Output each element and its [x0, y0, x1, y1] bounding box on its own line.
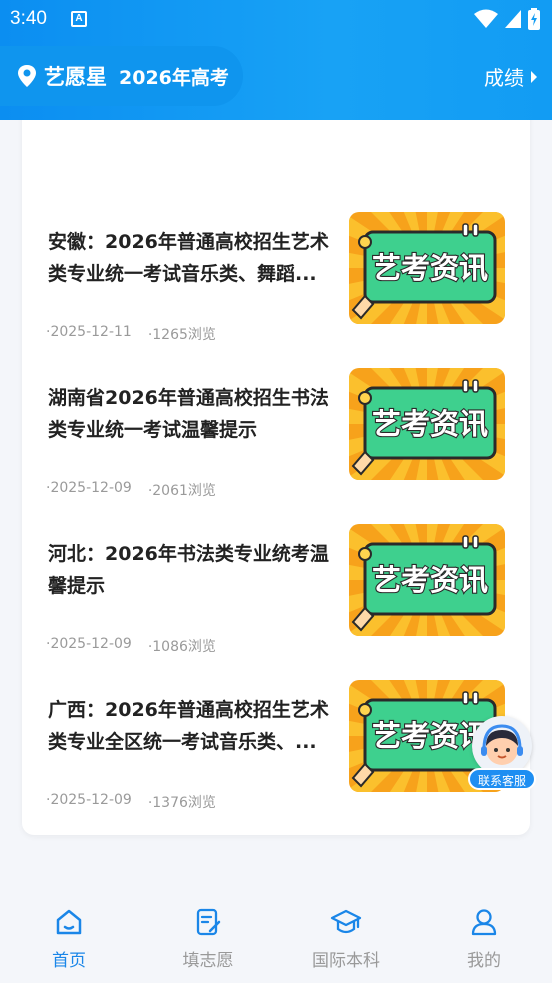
news-thumbnail: 艺考资讯	[349, 368, 505, 480]
news-title: 湖南省2026年普通高校招生书法类专业统一考试温馨提示	[48, 387, 329, 441]
wifi-icon	[474, 9, 498, 28]
tab-home[interactable]: 首页	[19, 906, 119, 971]
chevron-right-icon	[531, 70, 537, 83]
news-title: 安徽：2026年普通高校招生艺术类专业统一考试音乐类、舞蹈...	[48, 231, 329, 285]
page-header: 艺愿星 2026年高考 成绩	[0, 46, 552, 108]
tab-international[interactable]: 国际本科	[296, 906, 396, 971]
news-views: ·1265浏览	[147, 327, 216, 343]
news-item[interactable]: 广西：2026年普通高校招生艺术类专业全区统一考试音乐类、... ·2025-12…	[22, 680, 530, 835]
graduation-cap-icon	[330, 909, 362, 934]
home-icon	[56, 909, 82, 935]
news-item[interactable]: 河北：2026年书法类专业统考温馨提示 ·2025-12-09 ·1086浏览 艺考资…	[22, 524, 530, 688]
customer-service-button[interactable]: 联系客服	[468, 716, 536, 792]
news-views: ·1086浏览	[147, 639, 216, 655]
notification-icon: A	[71, 11, 87, 27]
tab-home-label: 首页	[52, 951, 86, 971]
news-meta: ·2025-12-09 ·2061浏览	[46, 480, 216, 500]
news-meta: ·2025-12-09 ·1086浏览	[46, 636, 216, 656]
status-bar: 3:40 A	[0, 0, 552, 36]
top-bar: 3:40 A 艺愿星 2026年高考 成绩	[0, 0, 552, 120]
user-icon	[471, 909, 497, 936]
news-title: 河北：2026年书法类专业统考温馨提示	[48, 543, 329, 597]
news-date: ·2025-12-09	[46, 636, 132, 652]
news-list: ·2026-01-05·1666浏览艺考资讯安徽：2026年普通高校招生艺术类专…	[22, 80, 530, 835]
banner-text: 艺考资讯	[372, 251, 488, 285]
news-date: ·2025-12-09	[46, 480, 132, 496]
news-meta: ·2025-12-09 ·1376浏览	[46, 792, 216, 812]
news-thumbnail: 艺考资讯	[349, 212, 505, 324]
bottom-tab-bar: 首页 填志愿 国际本科 我的	[0, 880, 552, 983]
tab-profile[interactable]: 我的	[434, 906, 534, 971]
tab-profile-label: 我的	[467, 951, 501, 971]
score-link-label: 成绩	[484, 66, 524, 90]
news-date: ·2025-12-09	[46, 792, 132, 808]
art-exam-news-banner: 艺考资讯	[349, 368, 505, 480]
news-item[interactable]: 安徽：2026年普通高校招生艺术类专业统一考试音乐类、舞蹈... ·2025-12…	[22, 212, 530, 376]
status-icons	[474, 8, 540, 30]
art-exam-news-banner: 艺考资讯	[349, 212, 505, 324]
status-time: 3:40	[10, 8, 47, 29]
news-thumbnail: 艺考资讯	[349, 524, 505, 636]
art-exam-news-banner: 艺考资讯	[349, 524, 505, 636]
battery-icon	[528, 8, 540, 30]
edit-form-icon	[196, 908, 221, 936]
signal-icon	[505, 10, 521, 28]
location-pin-icon	[18, 65, 36, 87]
news-views: ·1376浏览	[147, 795, 216, 811]
tab-international-label: 国际本科	[312, 951, 380, 971]
news-date: ·2025-12-11	[46, 324, 132, 340]
banner-text: 艺考资讯	[372, 563, 488, 597]
news-title: 广西：2026年普通高校招生艺术类专业全区统一考试音乐类、...	[48, 699, 329, 753]
score-link[interactable]: 成绩	[484, 62, 538, 91]
tab-fill-application[interactable]: 填志愿	[158, 906, 258, 971]
service-label: 联系客服	[468, 768, 536, 790]
tab-fill-application-label: 填志愿	[182, 951, 234, 971]
location-name: 艺愿星	[44, 65, 107, 89]
service-avatar	[472, 716, 532, 776]
news-meta: ·2025-12-11 ·1265浏览	[46, 324, 216, 344]
exam-year-label: 2026年高考	[119, 66, 229, 89]
banner-text: 艺考资讯	[372, 407, 488, 441]
headset-agent-icon	[481, 724, 523, 765]
location-selector[interactable]: 艺愿星 2026年高考	[0, 46, 243, 106]
news-item[interactable]: 湖南省2026年普通高校招生书法类专业统一考试温馨提示 ·2025-12-09·2…	[22, 368, 530, 532]
news-views: ·2061浏览	[147, 483, 216, 499]
